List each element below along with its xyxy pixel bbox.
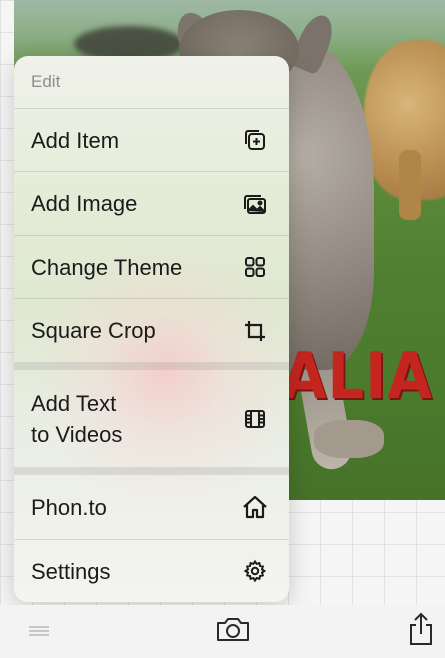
menu-item-label-line1: Add Text [31, 390, 117, 416]
menu-item-add-image[interactable]: Add Image [14, 171, 289, 235]
menu-item-label-line2: to Videos [31, 421, 123, 447]
menu-item-label: Phon.to [31, 494, 107, 520]
menu-item-add-item[interactable]: Add Item [14, 108, 289, 171]
menu-group-divider [14, 467, 289, 475]
menu-item-change-theme[interactable]: Change Theme [14, 235, 289, 298]
menu-group-divider [14, 362, 289, 370]
bottom-toolbar [0, 605, 445, 658]
add-item-icon [239, 124, 271, 156]
menu-item-add-text-to-videos[interactable]: Add Text to Videos [14, 370, 289, 467]
camera-icon[interactable] [212, 611, 254, 647]
menu-lines-icon[interactable] [24, 619, 54, 643]
grid-icon [239, 251, 271, 283]
menu-item-label: Change Theme [31, 254, 183, 280]
background-kangaroo-leg [399, 150, 421, 220]
gear-icon [239, 555, 271, 587]
menu-item-label: Add Text to Videos [31, 388, 122, 450]
edit-context-menu: Edit Add Item Add Image Change Theme Squ… [14, 56, 289, 602]
home-icon [239, 491, 271, 523]
menu-item-label: Add Image [31, 191, 138, 216]
crop-icon [239, 315, 271, 347]
photo-overlay-text[interactable]: ALIA [282, 340, 433, 414]
add-image-icon [239, 188, 271, 220]
menu-header: Edit [31, 72, 61, 91]
menu-item-phon-to[interactable]: Phon.to [14, 475, 289, 539]
share-icon[interactable] [404, 609, 438, 649]
menu-item-label: Settings [31, 558, 111, 584]
film-icon [239, 403, 271, 435]
menu-item-square-crop[interactable]: Square Crop [14, 298, 289, 362]
menu-item-settings[interactable]: Settings [14, 539, 289, 602]
menu-item-label: Add Item [31, 127, 120, 153]
menu-item-label: Square Crop [31, 318, 156, 343]
kangaroo-feet [314, 420, 384, 458]
